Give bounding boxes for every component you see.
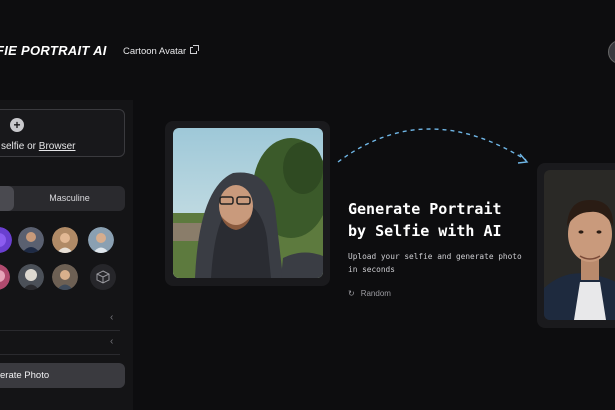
random-label: Random — [360, 289, 391, 298]
gender-option-masculine[interactable]: Masculine — [14, 186, 125, 211]
style-thumbnail[interactable] — [0, 264, 10, 290]
headline-line: Generate Portrait — [348, 200, 502, 218]
style-thumbnail[interactable] — [0, 227, 12, 253]
nav-link-label: Cartoon Avatar — [123, 46, 187, 57]
style-thumbnail[interactable] — [88, 227, 114, 253]
cube-icon — [96, 270, 110, 284]
refresh-icon: ↻ — [348, 289, 355, 298]
style-thumbnail[interactable] — [18, 264, 44, 290]
divider — [0, 330, 120, 331]
subtitle-line: in seconds — [348, 265, 395, 274]
custom-style-button[interactable] — [90, 264, 116, 290]
generate-button-label: erate Photo — [0, 370, 50, 381]
sidebar: + selfie or Browser Masculine ‹ ‹ erate … — [0, 100, 133, 410]
hero-headline: Generate Portrait by Selfie with AI — [348, 198, 538, 242]
style-thumbnail[interactable] — [18, 227, 44, 253]
style-thumbnail[interactable] — [52, 264, 78, 290]
user-avatar[interactable] — [608, 40, 615, 64]
chevron-left-icon[interactable]: ‹ — [110, 336, 113, 347]
selfie-card — [165, 121, 330, 286]
subtitle-line: Upload your selfie and generate photo — [348, 252, 522, 261]
nav-link-cartoon-avatar[interactable]: Cartoon Avatar — [123, 45, 200, 57]
generate-photo-button[interactable]: erate Photo — [0, 363, 125, 388]
upload-dropzone[interactable]: + selfie or Browser — [0, 109, 125, 157]
selfie-photo — [173, 128, 323, 278]
headline-line: by Selfie with AI — [348, 222, 502, 240]
app-logo[interactable]: FIE PORTRAIT AI — [0, 43, 107, 58]
gender-option-feminine[interactable] — [0, 186, 14, 211]
browser-link[interactable]: Browser — [39, 141, 76, 152]
result-portrait — [544, 170, 615, 320]
chevron-left-icon[interactable]: ‹ — [110, 312, 113, 323]
random-button[interactable]: ↻ Random — [348, 289, 391, 298]
dashed-arrow — [337, 128, 529, 164]
header: FIE PORTRAIT AI Cartoon Avatar — [0, 0, 615, 100]
upload-text: selfie or Browser — [1, 141, 75, 152]
plus-icon: + — [10, 118, 24, 132]
divider — [0, 354, 120, 355]
style-thumbnail[interactable] — [52, 227, 78, 253]
external-link-icon — [190, 45, 200, 54]
upload-prompt: selfie or — [1, 141, 39, 152]
hero-subtitle: Upload your selfie and generate photo in… — [348, 250, 528, 276]
result-card — [537, 163, 615, 328]
gender-toggle: Masculine — [0, 186, 125, 211]
